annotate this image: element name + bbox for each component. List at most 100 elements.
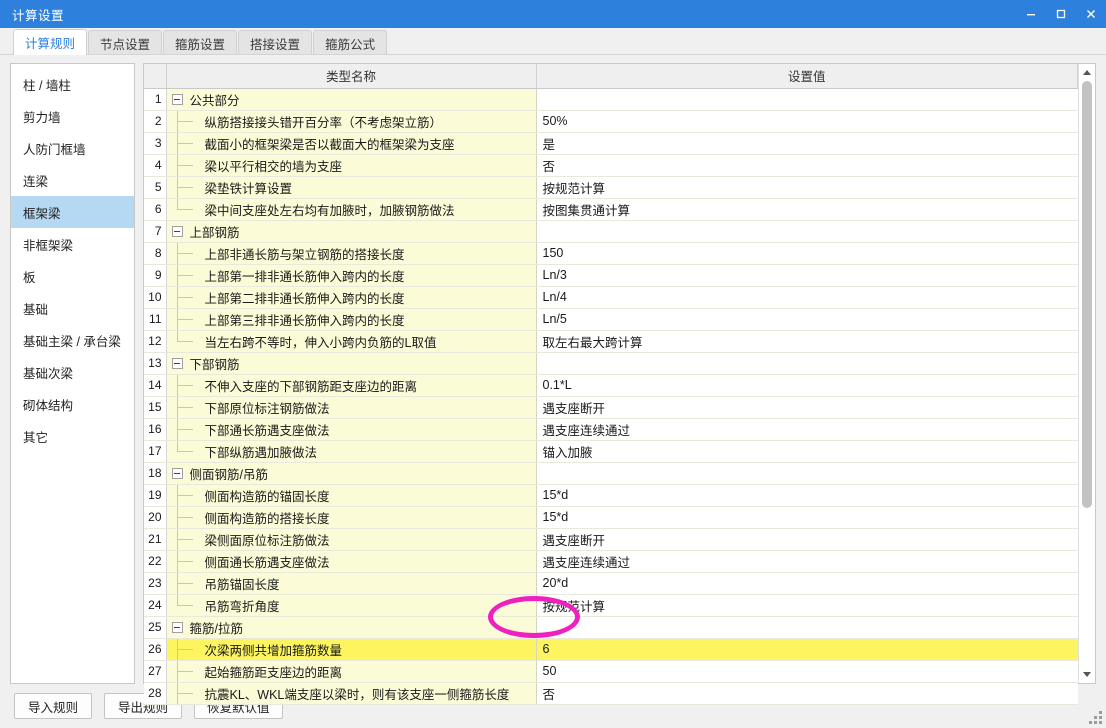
setting-value-cell[interactable]: 否: [536, 682, 1078, 705]
setting-value-cell[interactable]: 遇支座连续通过: [536, 418, 1078, 441]
setting-value-cell[interactable]: 50%: [536, 110, 1078, 133]
sidebar-item-2[interactable]: 人防门框墙: [11, 132, 134, 164]
table-row[interactable]: 18 侧面钢筋/吊筋: [144, 462, 1078, 485]
header-row-number[interactable]: [144, 64, 167, 89]
type-name-cell[interactable]: 侧面构造筋的锚固长度: [166, 484, 537, 507]
table-row[interactable]: 28 抗震KL、WKL端支座以梁时，则有该支座一侧箍筋长度 否: [144, 682, 1078, 705]
type-name-cell[interactable]: 当左右跨不等时，伸入小跨内负筋的L取值: [166, 330, 537, 353]
table-row[interactable]: 4 梁以平行相交的墙为支座 否: [144, 154, 1078, 177]
type-name-cell[interactable]: 梁侧面原位标注筋做法: [166, 528, 537, 551]
setting-value-cell[interactable]: 15*d: [536, 506, 1078, 529]
sidebar-item-1[interactable]: 剪力墙: [11, 100, 134, 132]
table-row[interactable]: 9 上部第一排非通长筋伸入跨内的长度 Ln/3: [144, 264, 1078, 287]
type-name-cell[interactable]: 上部钢筋: [166, 220, 537, 243]
table-row[interactable]: 21 梁侧面原位标注筋做法 遇支座断开: [144, 528, 1078, 551]
setting-value-cell[interactable]: [536, 616, 1078, 639]
table-row[interactable]: 1 公共部分: [144, 88, 1078, 111]
minimize-button[interactable]: [1016, 0, 1046, 28]
setting-value-cell[interactable]: 是: [536, 132, 1078, 155]
table-row[interactable]: 11 上部第三排非通长筋伸入跨内的长度 Ln/5: [144, 308, 1078, 331]
setting-value-cell[interactable]: 按规范计算: [536, 176, 1078, 199]
setting-value-cell[interactable]: 0.1*L: [536, 374, 1078, 397]
setting-value-cell[interactable]: 20*d: [536, 572, 1078, 595]
vertical-scrollbar[interactable]: [1078, 64, 1095, 683]
setting-value-cell[interactable]: [536, 352, 1078, 375]
setting-value-cell[interactable]: 遇支座断开: [536, 396, 1078, 419]
type-name-cell[interactable]: 公共部分: [166, 88, 537, 111]
table-row[interactable]: 25 箍筋/拉筋: [144, 616, 1078, 639]
type-name-cell[interactable]: 上部第一排非通长筋伸入跨内的长度: [166, 264, 537, 287]
header-type-name[interactable]: 类型名称: [166, 64, 537, 89]
type-name-cell[interactable]: 吊筋锚固长度: [166, 572, 537, 595]
tab-node-settings[interactable]: 节点设置: [88, 30, 163, 55]
table-row[interactable]: 15 下部原位标注钢筋做法 遇支座断开: [144, 396, 1078, 419]
type-name-cell[interactable]: 梁垫铁计算设置: [166, 176, 537, 199]
tab-lap-settings[interactable]: 搭接设置: [238, 30, 313, 55]
setting-value-cell[interactable]: 遇支座连续通过: [536, 550, 1078, 573]
type-name-cell[interactable]: 下部通长筋遇支座做法: [166, 418, 537, 441]
table-row[interactable]: 6 梁中间支座处左右均有加腋时，加腋钢筋做法 按图集贯通计算: [144, 198, 1078, 221]
maximize-button[interactable]: [1046, 0, 1076, 28]
table-row[interactable]: 8 上部非通长筋与架立钢筋的搭接长度 150: [144, 242, 1078, 265]
table-row[interactable]: 23 吊筋锚固长度 20*d: [144, 572, 1078, 595]
setting-value-cell[interactable]: 按规范计算: [536, 594, 1078, 617]
import-rules-button[interactable]: 导入规则: [14, 693, 92, 719]
setting-value-cell[interactable]: 否: [536, 154, 1078, 177]
collapse-minus-icon[interactable]: [171, 467, 183, 479]
sidebar-item-9[interactable]: 基础次梁: [11, 356, 134, 388]
sidebar-item-6[interactable]: 板: [11, 260, 134, 292]
setting-value-cell[interactable]: Ln/3: [536, 264, 1078, 287]
setting-value-cell[interactable]: 6: [536, 638, 1078, 661]
sidebar-item-3[interactable]: 连梁: [11, 164, 134, 196]
scrollbar-track[interactable]: [1079, 81, 1095, 666]
type-name-cell[interactable]: 纵筋搭接接头错开百分率（不考虑架立筋）: [166, 110, 537, 133]
setting-value-cell[interactable]: 遇支座断开: [536, 528, 1078, 551]
sidebar-item-8[interactable]: 基础主梁 / 承台梁: [11, 324, 134, 356]
sidebar-item-4[interactable]: 框架梁: [11, 196, 134, 228]
table-row[interactable]: 5 梁垫铁计算设置 按规范计算: [144, 176, 1078, 199]
scroll-up-button[interactable]: [1079, 64, 1095, 81]
table-row[interactable]: 2 纵筋搭接接头错开百分率（不考虑架立筋） 50%: [144, 110, 1078, 133]
table-row[interactable]: 10 上部第二排非通长筋伸入跨内的长度 Ln/4: [144, 286, 1078, 309]
type-name-cell[interactable]: 下部原位标注钢筋做法: [166, 396, 537, 419]
sidebar-item-5[interactable]: 非框架梁: [11, 228, 134, 260]
collapse-minus-icon[interactable]: [171, 621, 183, 633]
setting-value-cell[interactable]: 150: [536, 242, 1078, 265]
type-name-cell[interactable]: 上部第三排非通长筋伸入跨内的长度: [166, 308, 537, 331]
setting-value-cell[interactable]: [536, 220, 1078, 243]
type-name-cell[interactable]: 起始箍筋距支座边的距离: [166, 660, 537, 683]
table-row[interactable]: 12 当左右跨不等时，伸入小跨内负筋的L取值 取左右最大跨计算: [144, 330, 1078, 353]
type-name-cell[interactable]: 抗震KL、WKL端支座以梁时，则有该支座一侧箍筋长度: [166, 682, 537, 705]
type-name-cell[interactable]: 梁以平行相交的墙为支座: [166, 154, 537, 177]
table-row[interactable]: 16 下部通长筋遇支座做法 遇支座连续通过: [144, 418, 1078, 441]
type-name-cell[interactable]: 截面小的框架梁是否以截面大的框架梁为支座: [166, 132, 537, 155]
setting-value-cell[interactable]: 锚入加腋: [536, 440, 1078, 463]
table-row[interactable]: 17 下部纵筋遇加腋做法 锚入加腋: [144, 440, 1078, 463]
collapse-minus-icon[interactable]: [171, 93, 183, 105]
type-name-cell[interactable]: 侧面构造筋的搭接长度: [166, 506, 537, 529]
type-name-cell[interactable]: 吊筋弯折角度: [166, 594, 537, 617]
type-name-cell[interactable]: 侧面通长筋遇支座做法: [166, 550, 537, 573]
table-row[interactable]: 24 吊筋弯折角度 按规范计算: [144, 594, 1078, 617]
table-row[interactable]: 20 侧面构造筋的搭接长度 15*d: [144, 506, 1078, 529]
sidebar-item-0[interactable]: 柱 / 墙柱: [11, 68, 134, 100]
type-name-cell[interactable]: 下部纵筋遇加腋做法: [166, 440, 537, 463]
tab-calculation-rules[interactable]: 计算规则: [13, 29, 88, 55]
collapse-minus-icon[interactable]: [171, 225, 183, 237]
close-button[interactable]: [1076, 0, 1106, 28]
sidebar-item-11[interactable]: 其它: [11, 420, 134, 452]
table-row[interactable]: 19 侧面构造筋的锚固长度 15*d: [144, 484, 1078, 507]
type-name-cell[interactable]: 上部非通长筋与架立钢筋的搭接长度: [166, 242, 537, 265]
setting-value-cell[interactable]: 50: [536, 660, 1078, 683]
setting-value-cell[interactable]: [536, 462, 1078, 485]
setting-value-cell[interactable]: Ln/5: [536, 308, 1078, 331]
table-row[interactable]: 13 下部钢筋: [144, 352, 1078, 375]
type-name-cell[interactable]: 下部钢筋: [166, 352, 537, 375]
table-row[interactable]: 14 不伸入支座的下部钢筋距支座边的距离 0.1*L: [144, 374, 1078, 397]
setting-value-cell[interactable]: 取左右最大跨计算: [536, 330, 1078, 353]
setting-value-cell[interactable]: 按图集贯通计算: [536, 198, 1078, 221]
header-setting-value[interactable]: 设置值: [536, 64, 1078, 89]
sidebar-item-10[interactable]: 砌体结构: [11, 388, 134, 420]
scrollbar-thumb[interactable]: [1082, 81, 1092, 509]
table-row[interactable]: 22 侧面通长筋遇支座做法 遇支座连续通过: [144, 550, 1078, 573]
